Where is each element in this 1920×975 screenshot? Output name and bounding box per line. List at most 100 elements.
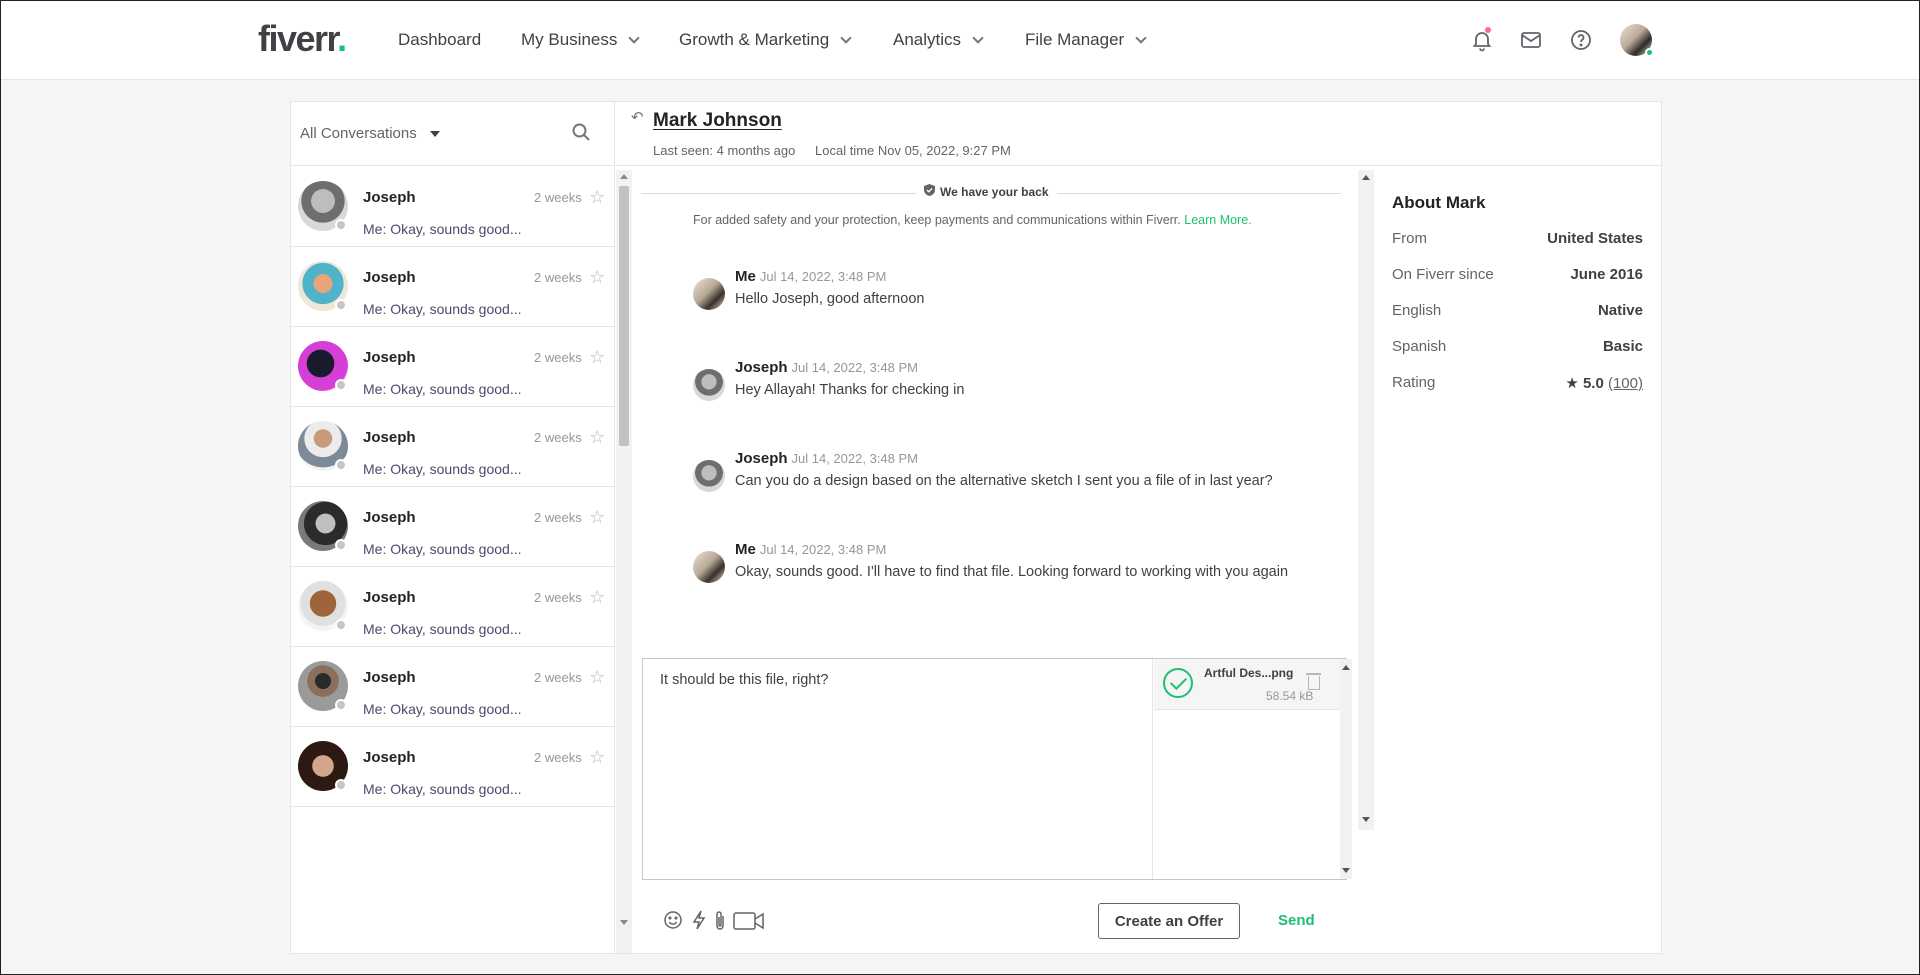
message-thread-scrollbar[interactable] [1358, 170, 1374, 830]
contact-name-link[interactable]: Mark Johnson [653, 110, 782, 132]
message-sender: Me [735, 268, 756, 285]
about-key: Spanish [1392, 338, 1447, 355]
star-icon[interactable]: ☆ [589, 347, 605, 368]
attachment-item[interactable]: Artful Des...png 58.54 kB [1154, 659, 1340, 710]
bell-icon[interactable] [1470, 27, 1494, 52]
about-row: Spanish Basic [1391, 338, 1643, 358]
trash-icon[interactable] [1306, 673, 1321, 690]
nav-analytics[interactable]: Analytics [893, 0, 984, 80]
message-preview: Me: Okay, sounds good... [363, 781, 522, 797]
contact-name: Joseph [363, 669, 416, 686]
message-sender: Joseph [735, 359, 788, 376]
notification-dot [1485, 27, 1491, 33]
conversation-time: 2 weeks [534, 430, 582, 445]
attachment-scrollbar[interactable] [1340, 659, 1352, 879]
scrollbar-thumb[interactable] [619, 186, 629, 446]
rating-count-link[interactable]: (100) [1608, 375, 1643, 392]
conversation-time: 2 weeks [534, 590, 582, 605]
avatar [693, 369, 725, 401]
message-preview: Me: Okay, sounds good... [363, 381, 522, 397]
message-composer: It should be this file, right? Artful De… [642, 658, 1352, 880]
conversation-item[interactable]: Joseph 2 weeks ☆ Me: Okay, sounds good..… [291, 167, 614, 247]
about-panel: About Mark From United States On Fiverr s… [1391, 182, 1647, 482]
scroll-up-arrow[interactable] [1362, 175, 1370, 180]
message-text: Okay, sounds good. I'll have to find tha… [735, 564, 1289, 580]
quick-response-icon[interactable] [691, 910, 707, 935]
safety-badge-label: We have your back [940, 184, 1049, 199]
status-dot [335, 699, 347, 711]
contact-name: Joseph [363, 429, 416, 446]
conversation-filter[interactable]: All Conversations [291, 102, 614, 166]
star-icon[interactable]: ☆ [589, 427, 605, 448]
filter-label: All Conversations [300, 125, 417, 142]
star-icon[interactable]: ☆ [589, 187, 605, 208]
local-time: Local time Nov 05, 2022, 9:27 PM [815, 143, 1011, 158]
scroll-up-arrow[interactable] [1342, 665, 1350, 670]
about-row: On Fiverr since June 2016 [1391, 266, 1643, 286]
conversation-time: 2 weeks [534, 750, 582, 765]
message-header: Joseph Jul 14, 2022, 3:48 PM [735, 359, 918, 376]
envelope-icon[interactable] [1519, 28, 1543, 52]
video-call-icon[interactable] [733, 910, 765, 937]
message-input[interactable]: It should be this file, right? [643, 659, 1153, 879]
user-avatar[interactable] [1620, 24, 1654, 57]
contact-name: Joseph [363, 269, 416, 286]
star-icon[interactable]: ☆ [589, 267, 605, 288]
about-value: Native [1597, 302, 1643, 319]
top-header: fiverr. Dashboard My Business Growth & M… [0, 0, 1920, 80]
conversation-item[interactable]: Joseph 2 weeks ☆ Me: Okay, sounds good..… [291, 487, 614, 567]
message-thread: We have your back For added safety and y… [636, 168, 1356, 648]
star-icon[interactable]: ☆ [589, 587, 605, 608]
safety-badge: We have your back [916, 184, 1057, 199]
conversation-time: 2 weeks [534, 670, 582, 685]
conversation-item[interactable]: Joseph 2 weeks ☆ Me: Okay, sounds good..… [291, 407, 614, 487]
fiverr-logo[interactable]: fiverr. [258, 18, 347, 60]
message-preview: Me: Okay, sounds good... [363, 621, 522, 637]
conversation-item[interactable]: Joseph 2 weeks ☆ Me: Okay, sounds good..… [291, 727, 614, 807]
nav-growth-marketing[interactable]: Growth & Marketing [679, 0, 852, 80]
scroll-down-arrow[interactable] [1342, 868, 1350, 873]
learn-more-link[interactable]: Learn More. [1184, 213, 1251, 227]
star-icon[interactable]: ☆ [589, 747, 605, 768]
about-key: English [1392, 302, 1442, 319]
nav-dashboard[interactable]: Dashboard [398, 0, 481, 80]
nav-file-manager[interactable]: File Manager [1025, 0, 1147, 80]
chevron-down-icon [972, 31, 984, 44]
online-status-dot [1645, 48, 1654, 57]
search-icon[interactable] [571, 122, 591, 147]
scroll-up-arrow[interactable] [620, 174, 628, 179]
message-text: Hey Allayah! Thanks for checking in [735, 382, 965, 398]
conversation-time: 2 weeks [534, 350, 582, 365]
paperclip-icon[interactable] [713, 910, 727, 937]
message-preview: Me: Okay, sounds good... [363, 541, 522, 557]
star-icon[interactable]: ☆ [589, 667, 605, 688]
message-preview: Me: Okay, sounds good... [363, 301, 522, 317]
about-value: United States [1547, 230, 1643, 247]
nav-my-business[interactable]: My Business [521, 0, 641, 80]
about-rating-row: Rating ★ 5.0 (100) [1391, 374, 1643, 394]
conversation-list-scrollbar[interactable] [616, 170, 632, 953]
help-icon[interactable] [1569, 28, 1593, 52]
send-button[interactable]: Send [1278, 912, 1315, 929]
message-preview: Me: Okay, sounds good... [363, 221, 522, 237]
message-preview: Me: Okay, sounds good... [363, 701, 522, 717]
conversation-item[interactable]: Joseph 2 weeks ☆ Me: Okay, sounds good..… [291, 247, 614, 327]
check-circle-icon [1163, 668, 1193, 698]
conversation-item[interactable]: Joseph 2 weeks ☆ Me: Okay, sounds good..… [291, 327, 614, 407]
chevron-down-icon [628, 31, 641, 44]
back-arrow-icon[interactable]: ↶ [631, 108, 644, 126]
conversation-item[interactable]: Joseph 2 weeks ☆ Me: Okay, sounds good..… [291, 567, 614, 647]
create-offer-button[interactable]: Create an Offer [1098, 903, 1240, 939]
emoji-icon[interactable] [663, 910, 683, 935]
conversation-item[interactable]: Joseph 2 weeks ☆ Me: Okay, sounds good..… [291, 647, 614, 727]
conversation-list: All Conversations Joseph 2 weeks ☆ Me: O… [291, 102, 615, 953]
star-icon[interactable]: ☆ [589, 507, 605, 528]
avatar [693, 551, 725, 583]
attachment-size: 58.54 kB [1266, 689, 1314, 703]
scroll-down-arrow[interactable] [620, 920, 628, 925]
message-text: Can you do a design based on the alterna… [735, 473, 1273, 489]
message: Me Jul 14, 2022, 3:48 PM Okay, sounds goo… [693, 541, 1353, 601]
message: Joseph Jul 14, 2022, 3:48 PM Hey Allayah!… [693, 359, 1353, 419]
status-dot [335, 459, 347, 471]
scroll-down-arrow[interactable] [1362, 817, 1370, 822]
